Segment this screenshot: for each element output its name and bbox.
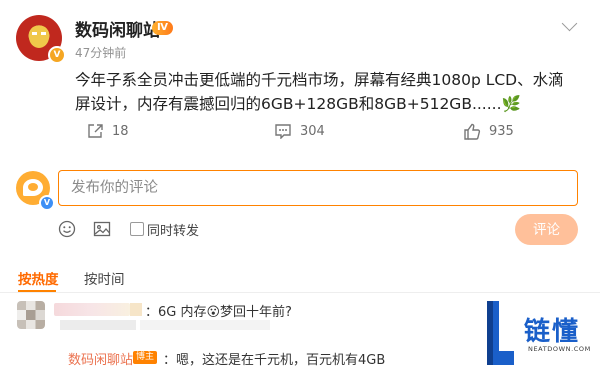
comment-text: ：6G 内存😮梦回十年前? [145,305,292,320]
post-text: 今年子系全员冲击更低端的千元档市场，屏幕有经典1080p LCD、水滴屏设计，内… [75,71,564,113]
thumbs-up-icon [464,123,481,140]
post-content: 今年子系全员冲击更低端的千元档市场，屏幕有经典1080p LCD、水滴屏设计，内… [75,68,575,116]
comment-count: 304 [300,123,325,139]
commenter-badge-blurred [130,303,142,316]
comment-meta-blurred [60,320,136,330]
like-button[interactable]: 935 [463,123,514,140]
comment-icon [275,124,291,139]
commenter-name-blurred [54,303,130,316]
watermark-brand: 链懂 [524,317,581,347]
comment-button[interactable]: 304 [274,123,325,139]
image-button[interactable] [93,220,111,242]
blogger-badge: 博主 [133,351,158,364]
leaf-emoji: 🌿 [501,95,521,113]
tab-sort-by-hot[interactable]: 按热度 [18,268,59,288]
verified-badge: V [48,46,66,64]
repost-icon [88,124,103,138]
post-time[interactable]: 47分钟前 [75,44,126,61]
emoji-button[interactable] [58,220,76,242]
chevron-down-icon[interactable] [561,15,578,32]
repost-checkbox-label[interactable]: 同时转发 [147,220,199,239]
level-badge: Ⅳ [152,21,173,35]
my-verified-badge: V [39,195,55,211]
divider [0,292,600,293]
comment-input[interactable] [58,170,578,206]
emoji-icon [58,220,76,238]
image-icon [93,221,111,237]
iron-mask-graphic [29,26,49,48]
repost-count: 18 [112,123,129,139]
avatar-graphic-inner [28,183,38,191]
commenter-avatar-blurred[interactable] [17,301,45,329]
mask-eyes-graphic [32,32,46,35]
tab-sort-by-time[interactable]: 按时间 [84,268,125,288]
mosaic-row [17,310,45,320]
repost-checkbox[interactable] [130,222,144,236]
comment-meta-blurred-2 [140,320,270,330]
reply-author-name[interactable]: 数码闲聊站 [68,349,133,368]
author-name[interactable]: 数码闲聊站 [75,16,160,41]
watermark-site: NEATDOWN.COM [528,345,591,353]
watermark-logo-icon [487,301,514,365]
like-count: 935 [489,124,514,139]
repost-button[interactable]: 18 [87,123,129,139]
reply-text: ：嗯，这还是在千元机，百元机有4GB [163,353,386,368]
submit-comment-button[interactable]: 评论 [515,214,578,245]
